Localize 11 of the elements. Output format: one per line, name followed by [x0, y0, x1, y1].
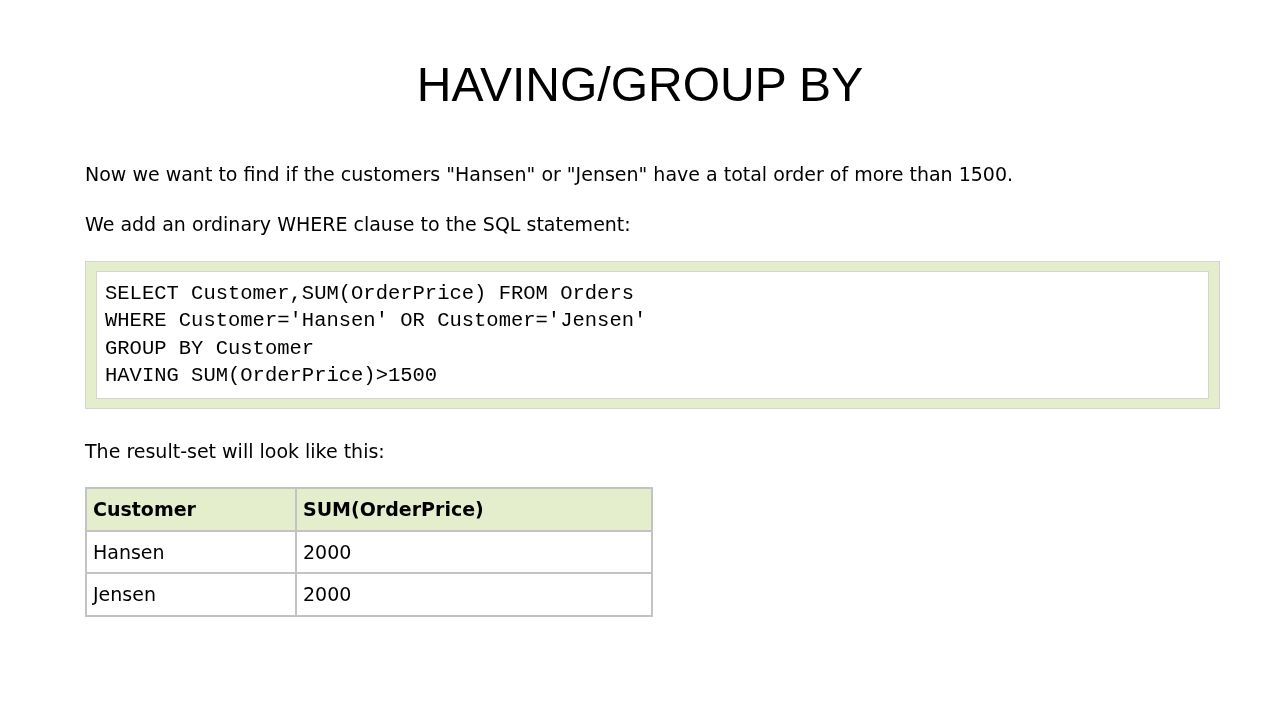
slide-title: HAVING/GROUP BY [415, 57, 865, 113]
paragraph: We add an ordinary WHERE clause to the SQL statement: [85, 212, 632, 238]
table-cell: 2000 [296, 530, 652, 574]
table-cell: Jensen [86, 573, 296, 616]
table-cell: Hansen [86, 530, 296, 574]
code-block: SELECT Customer,SUM(OrderPrice) FROM Orders WHERE Customer='Hansen' OR Customer='Jensen' GROUP BY Customer HAVING SUM(OrderPrice)>1500 [96, 270, 1209, 399]
column-header: Customer [86, 488, 296, 531]
table-cell: 2000 [296, 573, 652, 616]
result-caption: The result-set will look like this: [85, 438, 386, 464]
column-header: SUM(OrderPrice) [296, 488, 652, 531]
paragraph: Now we want to find if the customers "Hansen" or "Jensen" have a total order of more than 1500. [85, 161, 1015, 187]
